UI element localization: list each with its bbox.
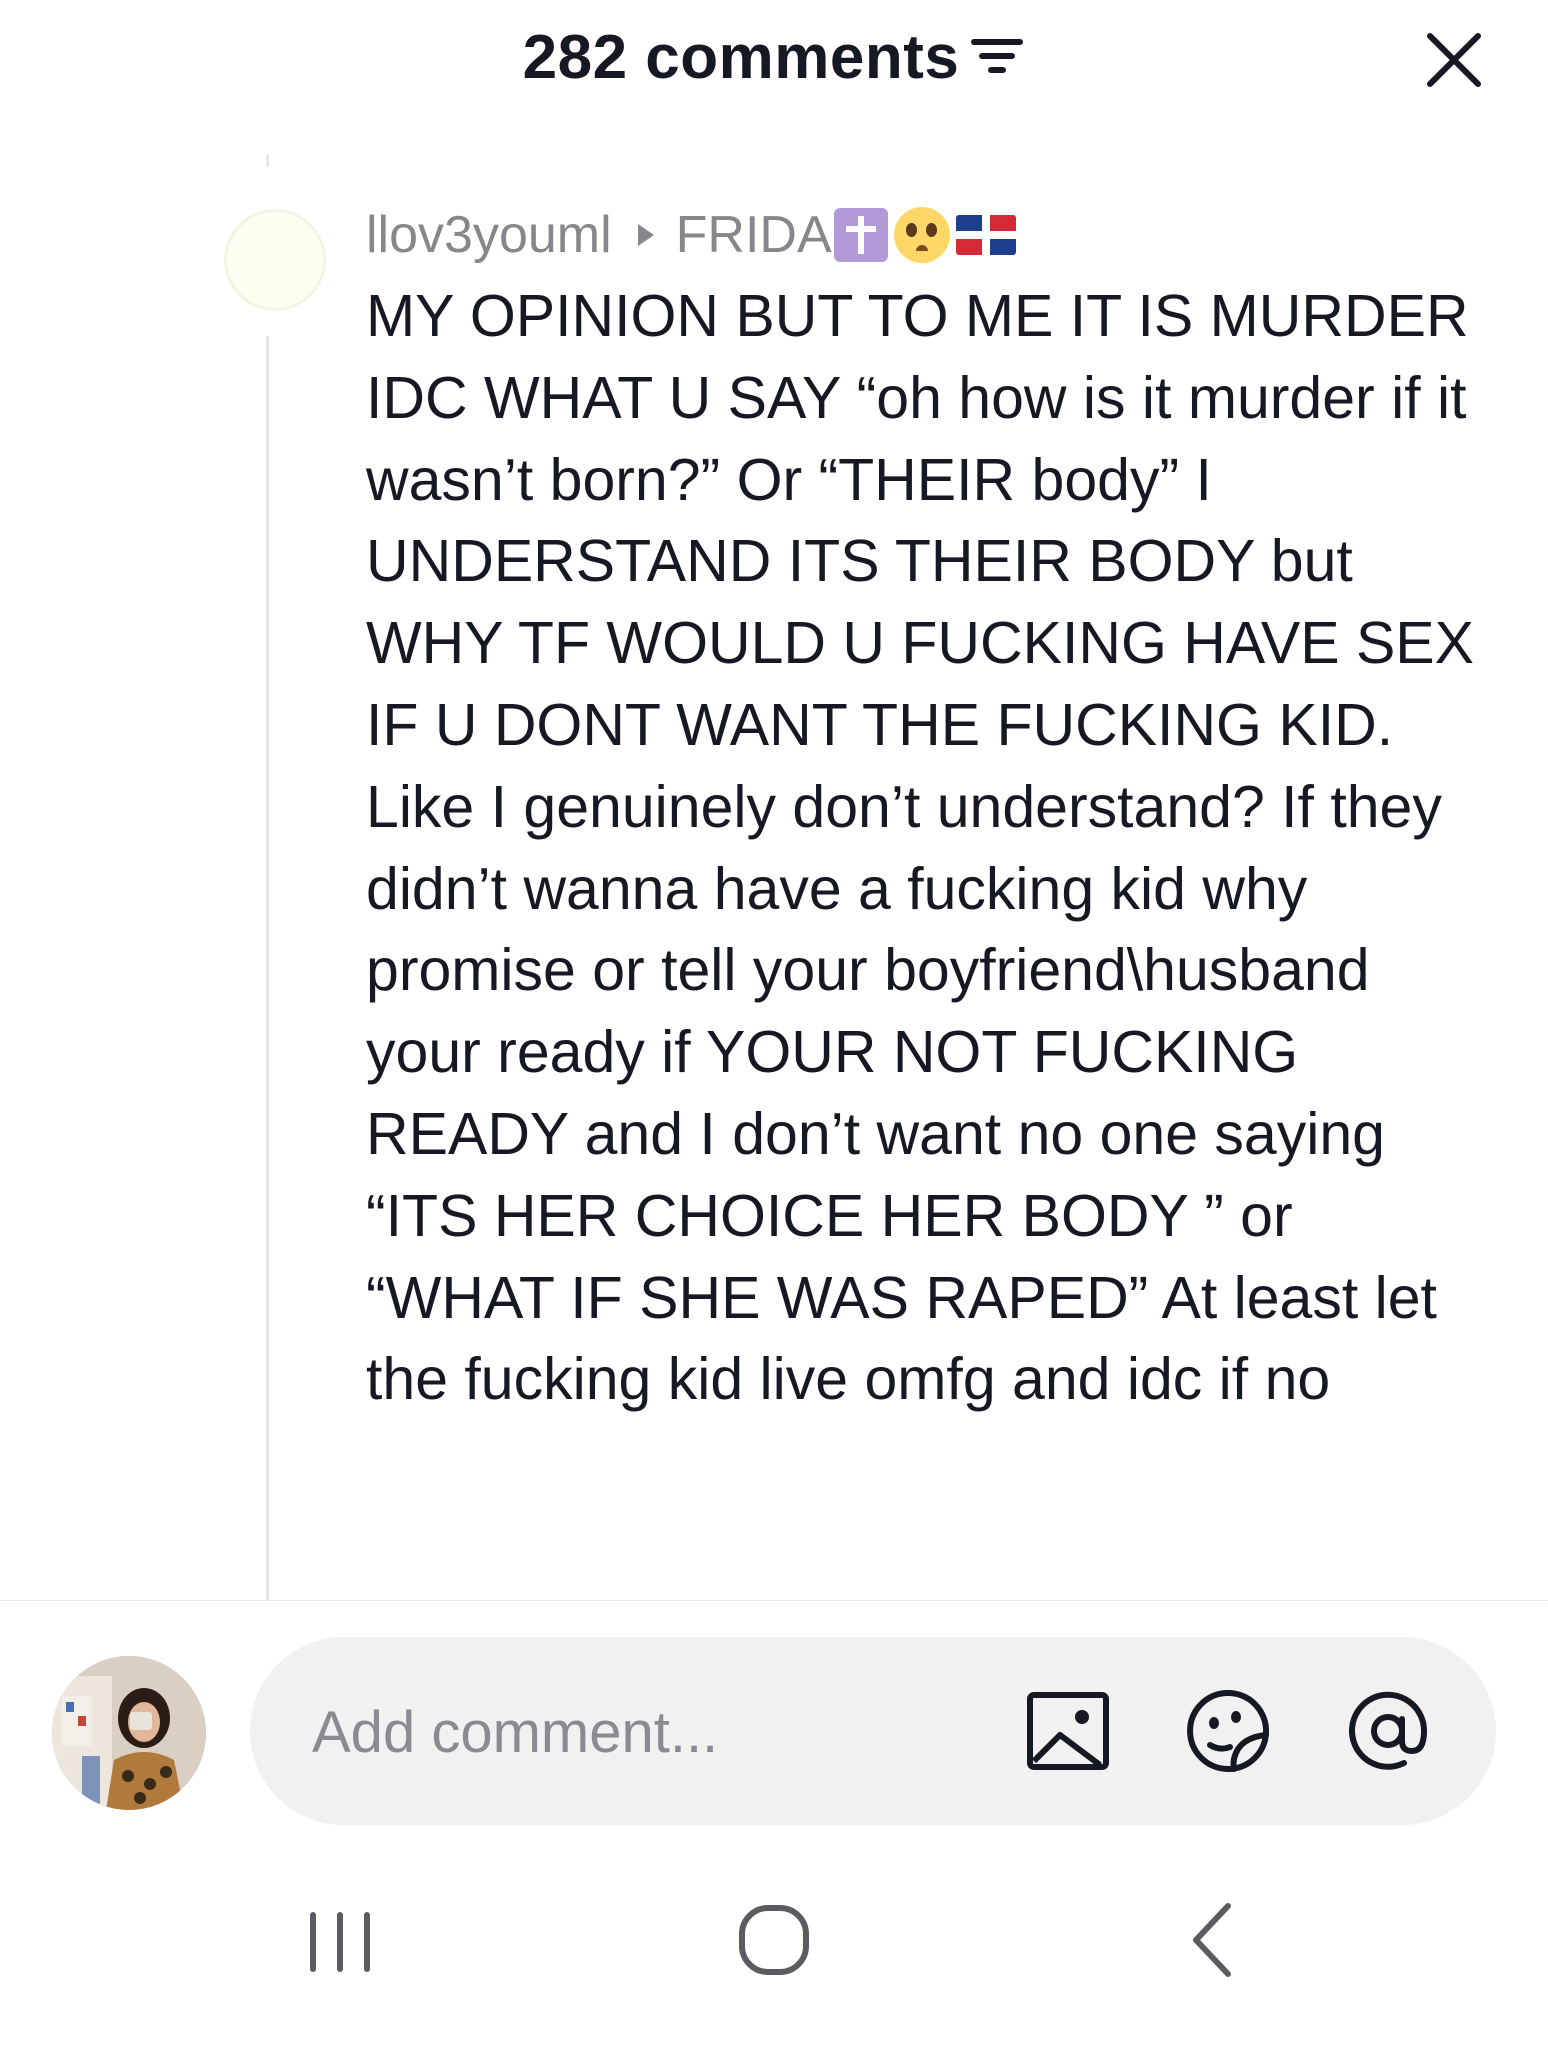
reply-to-user[interactable]: FRIDA [676,205,832,265]
filter-icon[interactable] [969,23,1025,94]
current-user-avatar[interactable] [52,1656,206,1810]
back-icon[interactable] [1150,1880,1270,2000]
system-navigation-bar [0,1830,1548,2064]
comment-text: MY OPINION BUT TO ME IT IS MURDER IDC WH… [366,283,1491,1413]
comments-header: 282 comments [0,0,1548,120]
thread-line [266,336,269,1600]
reply-arrow-icon [637,224,654,246]
comment-author[interactable]: llov3youml [366,205,612,265]
comment-input-container[interactable] [250,1637,1496,1827]
close-icon[interactable] [1424,30,1484,90]
pleading-face-emoji-icon [893,207,950,263]
commenter-avatar[interactable] [224,209,326,311]
comment-input[interactable] [310,1637,1014,1827]
home-icon[interactable] [714,1880,834,2000]
comment-composer [0,1600,1548,1831]
comments-title: 282 comments [0,22,1548,94]
emoji-sticker-icon[interactable] [1180,1683,1276,1779]
image-icon[interactable] [1020,1683,1116,1779]
mention-icon[interactable] [1340,1683,1436,1779]
comment-meta: llov3youml FRIDA [366,200,1016,270]
dominican-republic-flag-emoji-icon [955,215,1016,255]
latin-cross-emoji-icon [833,208,888,262]
thread-line-top [266,155,269,167]
comments-count-label: 282 comments [522,23,960,92]
recent-apps-icon[interactable] [280,1880,400,2000]
